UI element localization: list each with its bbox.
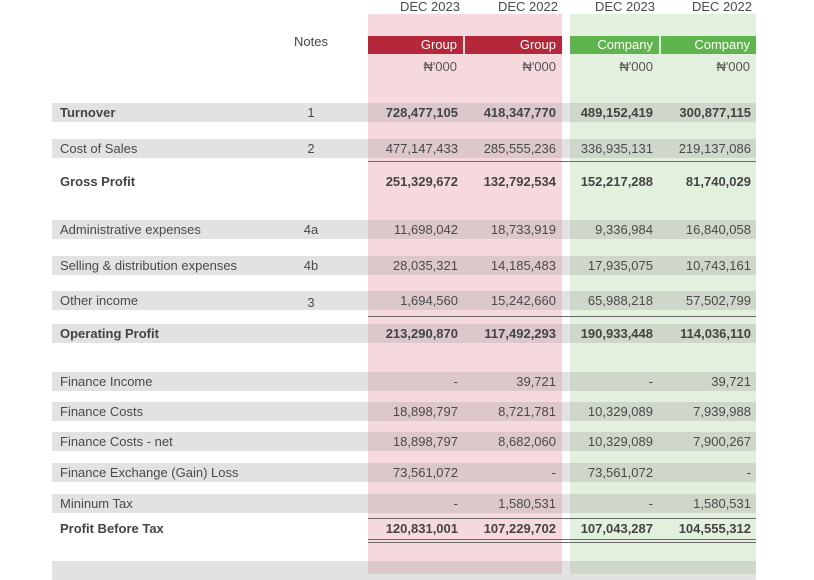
entity-header-company-2023: Company (570, 36, 659, 54)
cell-value: 39,721 (516, 374, 556, 389)
cell-value: - (453, 496, 458, 511)
cell-value: 15,242,660 (490, 293, 556, 308)
cell-value: 1,694,560 (400, 293, 458, 308)
cell-value: 7,900,267 (693, 434, 751, 449)
cell-value: 73,561,072 (392, 465, 458, 480)
cell-value: 152,217,288 (580, 174, 653, 189)
subtotal-rule (368, 316, 756, 317)
cell-value: 285,555,236 (483, 141, 556, 156)
row-note: 3 (307, 295, 315, 310)
year-header-group-2022: DEC 2022 (498, 0, 558, 14)
row-note: 4a (303, 222, 319, 237)
cell-value: 81,740,029 (685, 174, 751, 189)
cell-value: 107,229,702 (483, 521, 556, 536)
cell-value: 14,185,483 (490, 258, 556, 273)
row-note: 4b (303, 258, 319, 273)
subtotal-rule (368, 161, 756, 162)
cell-value: 132,792,534 (483, 174, 556, 189)
cell-value: 8,682,060 (498, 434, 556, 449)
cell-value: 9,336,984 (595, 222, 653, 237)
row-label-selling-distribution-expenses: Selling & distribution expenses (60, 258, 238, 273)
cell-value: 336,935,131 (580, 141, 653, 156)
cell-value: 418,347,770 (483, 105, 556, 120)
row-label-administrative-expenses: Administrative expenses (60, 222, 201, 237)
cell-value: 120,831,001 (385, 521, 458, 536)
cell-value: 10,743,161 (685, 258, 751, 273)
cell-value: 190,933,448 (580, 326, 653, 341)
cell-value: 73,561,072 (587, 465, 653, 480)
total-double-rule (368, 539, 756, 540)
cell-value: 7,939,988 (693, 404, 751, 419)
cell-value: 728,477,105 (385, 105, 458, 120)
row-label-operating-profit: Operating Profit (60, 326, 159, 341)
cell-value: 11,698,042 (393, 222, 458, 237)
entity-header-group-2023: Group (368, 36, 463, 54)
row-label-finance-costs-net: Finance Costs - net (60, 434, 173, 449)
cell-value: - (551, 465, 556, 480)
cell-value: 28,035,321 (392, 258, 458, 273)
total-double-rule (368, 542, 756, 543)
cell-value: 104,555,312 (678, 521, 751, 536)
year-header-company-2023: DEC 2023 (595, 0, 655, 14)
cell-value: - (648, 374, 653, 389)
cell-value: 10,329,089 (587, 434, 653, 449)
cell-value: - (746, 465, 751, 480)
cell-value: 117,492,293 (484, 326, 556, 341)
row-label-turnover: Turnover (60, 105, 116, 120)
row-label-finance-income: Finance Income (60, 374, 153, 389)
cell-value: 1,580,531 (498, 496, 556, 511)
cell-value: 65,988,218 (587, 293, 653, 308)
cell-value: 39,721 (711, 374, 751, 389)
cell-value: 18,898,797 (392, 404, 458, 419)
cell-value: 16,840,058 (685, 222, 751, 237)
cell-value: 107,043,287 (580, 521, 653, 536)
cell-value: 1,580,531 (693, 496, 751, 511)
row-band (52, 561, 756, 580)
row-note: 1 (307, 105, 315, 120)
cell-value: 114,036,110 (680, 326, 751, 341)
cell-value: 219,137,086 (678, 141, 751, 156)
entity-header-company-2022: Company (661, 36, 756, 54)
cell-value: 10,329,089 (587, 404, 653, 419)
year-header-company-2022: DEC 2022 (692, 0, 752, 14)
cell-value: 489,152,419 (580, 105, 653, 120)
cell-value: 300,877,115 (679, 105, 751, 120)
row-label-finance-exchange-loss: Finance Exchange (Gain) Loss (60, 465, 239, 480)
unit-header-group-2022: ₦'000 (522, 59, 556, 74)
notes-column-header: Notes (294, 34, 328, 49)
cell-value: 477,147,433 (385, 141, 458, 156)
row-label-profit-before-tax: Profit Before Tax (60, 521, 164, 536)
cell-value: 8,721,781 (498, 404, 556, 419)
cell-value: 18,733,919 (490, 222, 556, 237)
cell-value: 18,898,797 (392, 434, 458, 449)
unit-header-group-2023: ₦'000 (423, 59, 457, 74)
cell-value: 57,502,799 (685, 293, 751, 308)
row-note: 2 (307, 141, 315, 156)
row-label-finance-costs: Finance Costs (60, 404, 144, 419)
cell-value: - (648, 496, 653, 511)
cell-value: - (453, 374, 458, 389)
row-label-cost-of-sales: Cost of Sales (60, 141, 138, 156)
unit-header-company-2022: ₦'000 (716, 59, 750, 74)
row-label-other-income: Other income (60, 293, 139, 308)
cell-value: 213,290,870 (385, 326, 458, 341)
row-label-minimum-tax: Mininum Tax (60, 496, 133, 511)
cell-value: 17,935,075 (587, 258, 653, 273)
row-label-gross-profit: Gross Profit (60, 174, 136, 189)
year-header-group-2023: DEC 2023 (400, 0, 460, 14)
entity-header-group-2022: Group (465, 36, 562, 54)
cell-value: 251,329,672 (385, 174, 458, 189)
unit-header-company-2023: ₦'000 (619, 59, 653, 74)
